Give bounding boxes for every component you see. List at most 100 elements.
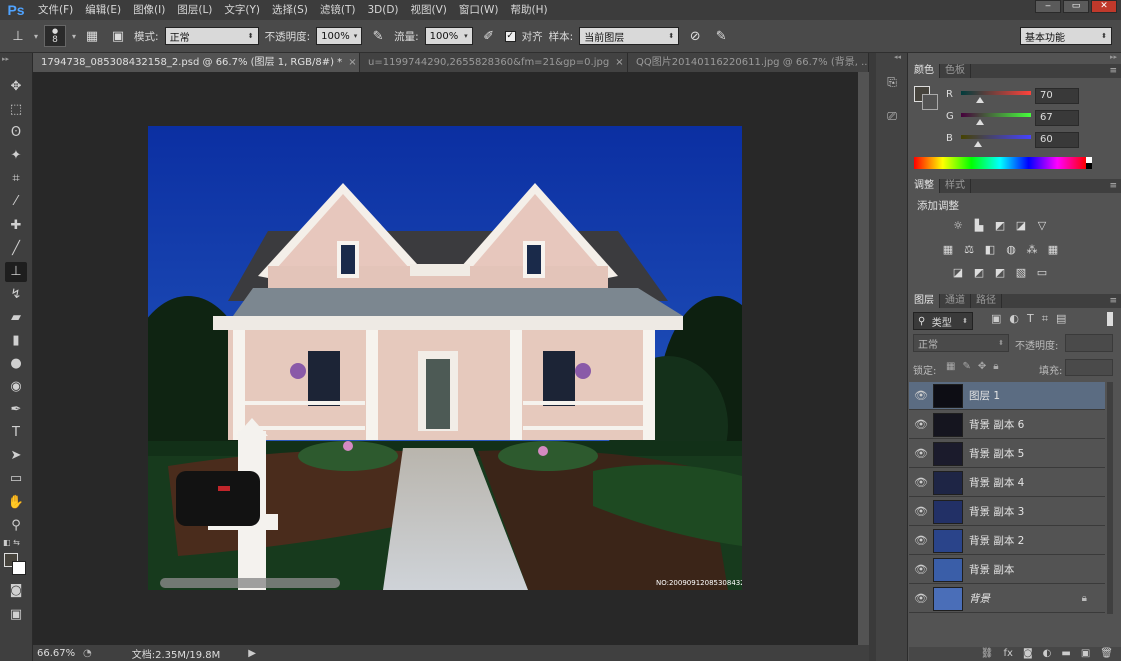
eye-icon[interactable]: 👁︎ <box>909 447 933 460</box>
doc-tab-2[interactable]: u=1199744290,2655828360&fm=21&gp=0.jpg × <box>360 53 629 72</box>
new-layer-icon[interactable]: ▣ <box>1081 647 1090 661</box>
menu-window[interactable]: 窗口(W) <box>453 0 505 20</box>
delete-layer-icon[interactable]: 🗑︎ <box>1100 647 1113 661</box>
doc-tab-3[interactable]: QQ图片20140116220611.jpg @ 66.7% (背景, ...× <box>628 53 869 72</box>
clone-stamp-tool-icon[interactable]: ⊥ <box>8 26 28 46</box>
eye-icon[interactable]: 👁︎ <box>909 389 933 402</box>
crop-tool-icon[interactable]: ⌗ <box>5 169 27 189</box>
eyedropper-tool-icon[interactable]: ⁄ <box>5 192 27 212</box>
panel-menu-icon[interactable]: ≡ <box>1109 64 1117 78</box>
menu-help[interactable]: 帮助(H) <box>505 0 554 20</box>
filter-toggle[interactable] <box>1107 312 1113 326</box>
eye-icon[interactable]: 👁︎ <box>909 476 933 489</box>
dodge-tool-icon[interactable]: ◉ <box>5 377 27 397</box>
link-layers-icon[interactable]: ⛓ <box>981 647 994 661</box>
workspace-dropdown[interactable]: 基本功能 ⬍ <box>1020 27 1112 45</box>
layer-filter-dropdown[interactable]: ⚲ 类型 ⬍ <box>913 312 973 330</box>
color-lookup-icon[interactable]: ▦ <box>1045 243 1061 257</box>
add-mask-icon[interactable]: ◙ <box>1023 647 1033 661</box>
fx-icon[interactable]: fx <box>1004 647 1013 661</box>
airbrush-icon[interactable]: ✐ <box>479 26 499 46</box>
menu-file[interactable]: 文件(F) <box>32 0 79 20</box>
pressure-opacity-icon[interactable]: ✎ <box>368 26 388 46</box>
tab-swatches[interactable]: 色板 <box>940 64 971 78</box>
b-field[interactable]: 60 <box>1035 132 1079 148</box>
levels-icon[interactable]: ▙ <box>971 219 987 233</box>
marquee-tool-icon[interactable]: ⬚ <box>5 100 27 120</box>
menu-type[interactable]: 文字(Y) <box>218 0 266 20</box>
menu-filter[interactable]: 滤镜(T) <box>314 0 362 20</box>
layers-scrollbar[interactable] <box>1107 382 1113 614</box>
doc-tab-1[interactable]: 1794738_085308432158_2.psd @ 66.7% (图层 1… <box>33 53 360 72</box>
background-color-swatch[interactable] <box>12 561 26 575</box>
rectangle-tool-icon[interactable]: ▭ <box>5 469 27 489</box>
align-checkbox[interactable]: ✓ <box>504 30 516 42</box>
g-slider[interactable] <box>961 113 1031 117</box>
collapse-panels-icon[interactable]: ▸▸ <box>1110 53 1117 61</box>
g-slider-thumb[interactable] <box>976 119 984 125</box>
exposure-icon[interactable]: ◪ <box>1013 219 1029 233</box>
tab-channels[interactable]: 通道 <box>940 294 971 308</box>
tab-styles[interactable]: 样式 <box>940 179 971 193</box>
brush-size-picker[interactable]: ● 8 <box>44 25 67 47</box>
eye-icon[interactable]: 👁︎ <box>909 563 933 576</box>
panel-divider[interactable] <box>869 53 876 661</box>
ignore-adjustment-icon[interactable]: ⊘ <box>685 26 705 46</box>
selective-color-icon[interactable]: ▭ <box>1034 266 1050 280</box>
blur-tool-icon[interactable]: ● <box>5 354 27 374</box>
vibrance-icon[interactable]: ▽ <box>1034 219 1050 233</box>
clone-stamp-tool-icon[interactable]: ⊥ <box>5 262 27 282</box>
layer-row[interactable]: 👁︎ 背景 副本 5 <box>909 440 1105 468</box>
layer-row[interactable]: 👁︎ 图层 1 <box>909 382 1105 410</box>
flow-dropdown[interactable]: 100% ▾ <box>424 27 473 45</box>
menu-view[interactable]: 视图(V) <box>405 0 453 20</box>
spectrum-black[interactable] <box>1086 163 1092 169</box>
brush-tool-icon[interactable]: ╱ <box>5 239 27 259</box>
hand-tool-icon[interactable]: ✋ <box>5 493 27 513</box>
close-icon[interactable]: × <box>348 57 356 68</box>
lock-pixels-icon[interactable]: ▦ <box>946 361 955 372</box>
color-bg-swatch[interactable] <box>922 94 938 110</box>
maximize-button[interactable]: ▭ <box>1063 0 1089 13</box>
status-menu-arrow-icon[interactable]: ▶ <box>248 648 256 659</box>
pixel-filter-icon[interactable]: ▣ <box>991 312 1001 326</box>
status-info-icon[interactable]: ◔ <box>83 648 92 659</box>
tab-adjustments[interactable]: 调整 <box>909 179 940 193</box>
properties-panel-icon[interactable]: ⎚ <box>881 105 903 127</box>
new-group-icon[interactable]: ▬ <box>1061 647 1070 661</box>
color-spectrum[interactable] <box>914 157 1086 169</box>
lock-position-icon[interactable]: ✥ <box>978 361 986 372</box>
gradient-map-icon[interactable]: ▧ <box>1013 266 1029 280</box>
tab-color[interactable]: 颜色 <box>909 64 940 78</box>
menu-image[interactable]: 图像(I) <box>127 0 171 20</box>
invert-icon[interactable]: ◪ <box>950 266 966 280</box>
eye-icon[interactable]: 👁︎ <box>909 534 933 547</box>
layer-row[interactable]: 👁︎ 背景 🔒︎ <box>909 585 1105 613</box>
move-tool-icon[interactable]: ✥ <box>5 77 27 97</box>
expand-dock-icon[interactable]: ◂◂ <box>894 53 901 61</box>
minimize-button[interactable]: ‒ <box>1035 0 1061 13</box>
layer-row[interactable]: 👁︎ 背景 副本 2 <box>909 527 1105 555</box>
opacity-dropdown[interactable]: 100% ▾ <box>316 27 363 45</box>
document-image[interactable]: NO:20090912085308432158 <box>148 126 742 590</box>
brush-panel-icon[interactable]: ▦ <box>82 26 102 46</box>
lasso-tool-icon[interactable]: ʘ <box>5 123 27 143</box>
quick-mask-icon[interactable]: ◙ <box>5 581 27 601</box>
panel-menu-icon[interactable]: ≡ <box>1109 179 1117 193</box>
magic-wand-tool-icon[interactable]: ✦ <box>5 146 27 166</box>
menu-edit[interactable]: 编辑(E) <box>79 0 127 20</box>
healing-brush-tool-icon[interactable]: ✚ <box>5 216 27 236</box>
color-balance-icon[interactable]: ⚖ <box>961 243 977 257</box>
type-filter-icon[interactable]: T <box>1027 312 1034 326</box>
eye-icon[interactable]: 👁︎ <box>909 592 933 605</box>
b-slider[interactable] <box>961 135 1031 139</box>
threshold-icon[interactable]: ◩ <box>992 266 1008 280</box>
pressure-size-icon[interactable]: ✎ <box>711 26 731 46</box>
smart-filter-icon[interactable]: ▤ <box>1056 312 1066 326</box>
r-slider[interactable] <box>961 91 1031 95</box>
menu-layer[interactable]: 图层(L) <box>171 0 218 20</box>
pen-tool-icon[interactable]: ✒ <box>5 400 27 420</box>
brightness-icon[interactable]: ☼ <box>950 219 966 233</box>
clone-source-icon[interactable]: ▣ <box>108 26 128 46</box>
eraser-tool-icon[interactable]: ▰ <box>5 308 27 328</box>
